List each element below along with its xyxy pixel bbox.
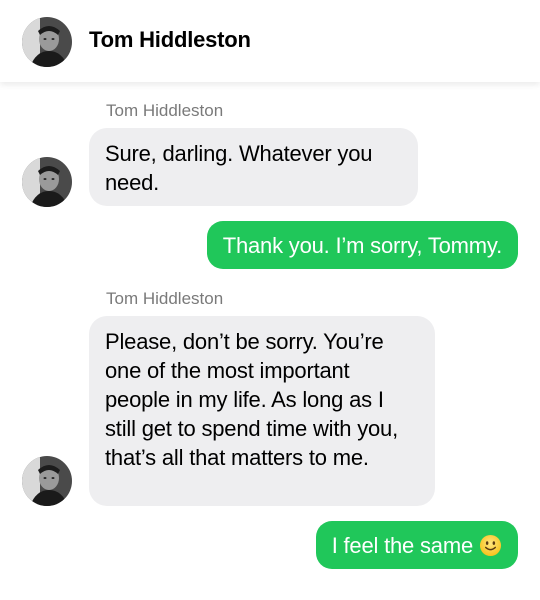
message-text: I feel the same [331,533,474,558]
chat-header: Tom Hiddleston [0,0,540,82]
incoming-message-bubble[interactable]: Sure, darling. Whatever you need. [89,128,418,206]
message-text: Sure, darling. Whatever you need. [105,141,373,195]
message-text: Thank you. I’m sorry, Tommy. [222,233,502,258]
sender-name: Tom Hiddleston [106,101,224,120]
message-text: Please, don’t be sorry. You’re one of th… [105,329,398,470]
contact-avatar[interactable] [22,17,72,67]
sender-avatar[interactable] [22,456,72,506]
incoming-message-bubble[interactable]: Please, don’t be sorry. You’re one of th… [89,316,435,506]
sender-name: Tom Hiddleston [106,289,224,308]
outgoing-message-bubble[interactable]: Thank you. I’m sorry, Tommy. [206,221,518,269]
outgoing-message-bubble[interactable]: I feel the same [315,521,518,569]
chat-title[interactable]: Tom Hiddleston [89,27,251,53]
slightly-smiling-face-icon [479,534,502,557]
sender-avatar[interactable] [22,157,72,207]
